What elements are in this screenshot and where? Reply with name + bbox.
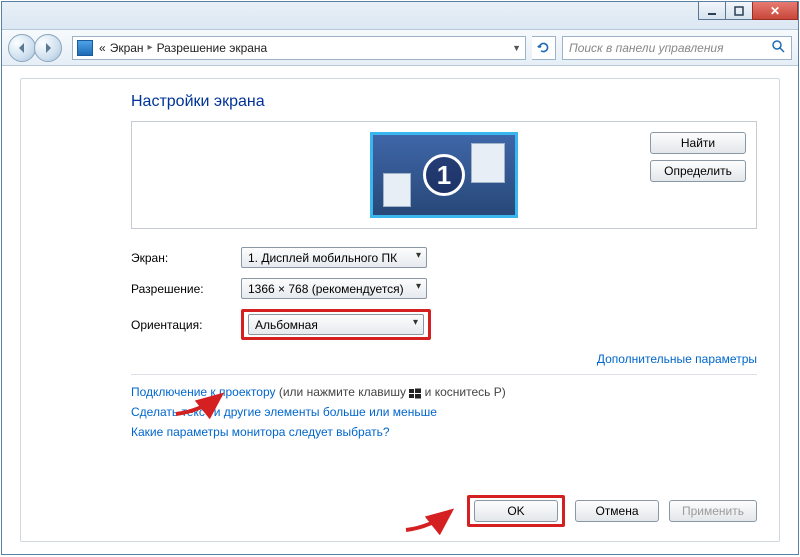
monitor-thumbnail[interactable]: 1 bbox=[370, 132, 518, 218]
highlight-annotation: OK bbox=[467, 495, 565, 527]
screen-dropdown[interactable]: 1. Дисплей мобильного ПК bbox=[241, 247, 427, 268]
apply-button[interactable]: Применить bbox=[669, 500, 757, 522]
forward-button[interactable] bbox=[34, 34, 62, 62]
breadcrumb-item[interactable]: Разрешение экрана bbox=[157, 41, 268, 55]
help-links: Подключение к проектору (или нажмите кла… bbox=[131, 385, 757, 439]
monitor-number: 1 bbox=[423, 154, 465, 196]
footer-buttons: OK Отмена Применить bbox=[467, 495, 757, 527]
detect-button[interactable]: Определить bbox=[650, 160, 746, 182]
search-placeholder: Поиск в панели управления bbox=[569, 41, 724, 55]
titlebar: ✕ bbox=[2, 2, 798, 30]
orientation-label: Ориентация: bbox=[131, 318, 241, 332]
display-preview: 1 Найти Определить bbox=[131, 121, 757, 229]
advanced-settings-link[interactable]: Дополнительные параметры bbox=[597, 352, 757, 366]
navbar: « Экран ▸ Разрешение экрана ▼ Поиск в па… bbox=[2, 30, 798, 66]
maximize-button[interactable] bbox=[725, 2, 753, 20]
which-settings-link[interactable]: Какие параметры монитора следует выбрать… bbox=[131, 425, 390, 439]
text-size-link[interactable]: Сделать текст и другие элементы больше и… bbox=[131, 405, 437, 419]
highlight-annotation: Альбомная bbox=[241, 309, 431, 340]
refresh-button[interactable] bbox=[532, 36, 556, 60]
resolution-dropdown[interactable]: 1366 × 768 (рекомендуется) bbox=[241, 278, 427, 299]
control-panel-icon bbox=[77, 40, 93, 56]
ok-button[interactable]: OK bbox=[474, 500, 558, 522]
breadcrumb-prefix: « bbox=[99, 41, 106, 55]
separator bbox=[131, 374, 757, 375]
nav-arrows bbox=[8, 34, 66, 62]
window-thumb-icon bbox=[383, 173, 411, 207]
orientation-dropdown[interactable]: Альбомная bbox=[248, 314, 424, 335]
content-area: Настройки экрана 1 Найти Определить Экра… bbox=[2, 66, 798, 554]
projector-link[interactable]: Подключение к проектору bbox=[131, 385, 276, 399]
search-icon bbox=[772, 40, 785, 56]
breadcrumb-item[interactable]: Экран bbox=[110, 41, 144, 55]
page-title: Настройки экрана bbox=[131, 93, 757, 111]
window-thumb-icon bbox=[471, 143, 505, 183]
breadcrumb-separator-icon: ▸ bbox=[148, 42, 153, 53]
projector-hint-a: (или нажмите клавишу bbox=[276, 385, 410, 399]
cancel-button[interactable]: Отмена bbox=[575, 500, 659, 522]
windows-key-icon bbox=[409, 388, 421, 400]
resolution-label: Разрешение: bbox=[131, 282, 241, 296]
arrow-annotation-icon bbox=[401, 505, 461, 535]
address-dropdown-icon[interactable]: ▼ bbox=[512, 43, 521, 53]
address-bar[interactable]: « Экран ▸ Разрешение экрана ▼ bbox=[72, 36, 526, 60]
back-button[interactable] bbox=[8, 34, 36, 62]
window-frame: ✕ « Экран ▸ Разрешение экрана ▼ Пои bbox=[1, 1, 799, 555]
minimize-button[interactable] bbox=[698, 2, 726, 20]
find-button[interactable]: Найти bbox=[650, 132, 746, 154]
projector-hint-b: и коснитесь P) bbox=[421, 385, 505, 399]
search-input[interactable]: Поиск в панели управления bbox=[562, 36, 792, 60]
settings-panel: Настройки экрана 1 Найти Определить Экра… bbox=[20, 78, 780, 542]
screen-label: Экран: bbox=[131, 251, 241, 265]
close-button[interactable]: ✕ bbox=[752, 2, 798, 20]
